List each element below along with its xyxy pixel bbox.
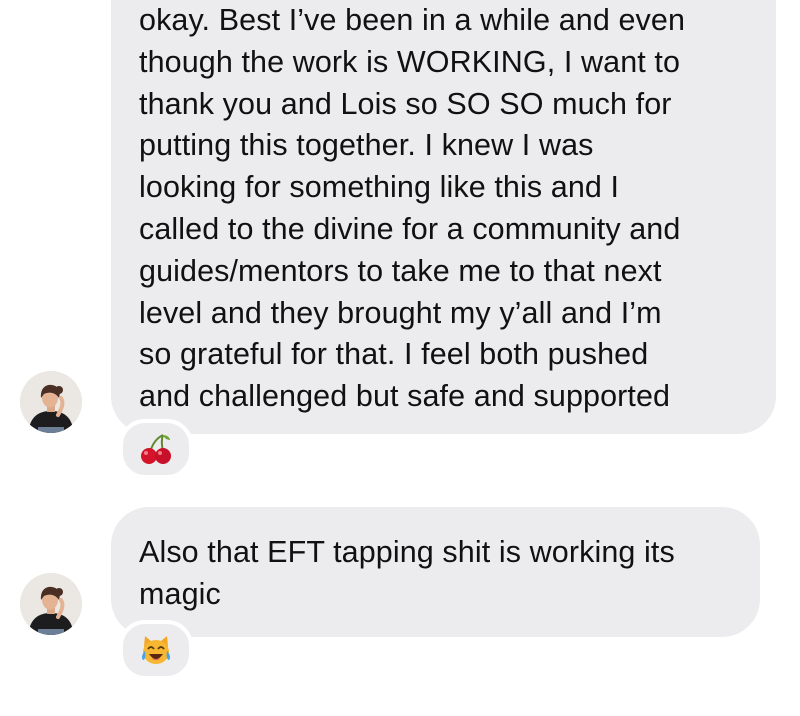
message-text-line: though the work is WORKING, I want to — [139, 44, 681, 79]
message-text-line: thank you and Lois so SO SO much for — [139, 86, 672, 121]
avatar[interactable] — [20, 371, 82, 433]
avatar[interactable] — [20, 573, 82, 635]
message-text-line: magic — [139, 576, 221, 611]
avatar-woman-icon — [20, 371, 82, 433]
message-text-line: so grateful for that. I feel both pushed — [139, 337, 649, 372]
cat-tears-of-joy-icon — [141, 636, 171, 664]
avatar-woman-icon — [20, 573, 82, 635]
message-text-line: and challenged but safe and supported — [139, 379, 671, 414]
message-text-line: level and they brought my y’all and I’m — [139, 295, 662, 330]
message-text-line: called to the divine for a community and — [139, 211, 681, 246]
cherry-icon — [141, 434, 171, 464]
message-thread: okay. Best I’ve been in a while and even… — [0, 0, 800, 716]
message-text-line: Also that EFT tapping shit is working it… — [139, 535, 675, 569]
reaction-badge[interactable] — [119, 419, 193, 479]
reaction-badge[interactable] — [119, 620, 193, 680]
message-bubble[interactable]: okay. Best I’ve been in a while and even… — [111, 0, 776, 434]
message-text-line: looking for something like this and I — [139, 170, 620, 205]
message-bubble[interactable]: Also that EFT tapping shit is working it… — [111, 507, 760, 637]
message-text-line: putting this together. I knew I was — [139, 128, 594, 163]
message-text-line: guides/mentors to take me to that next — [139, 253, 662, 288]
message-text-line: okay. Best I’ve been in a while and even — [139, 3, 686, 37]
